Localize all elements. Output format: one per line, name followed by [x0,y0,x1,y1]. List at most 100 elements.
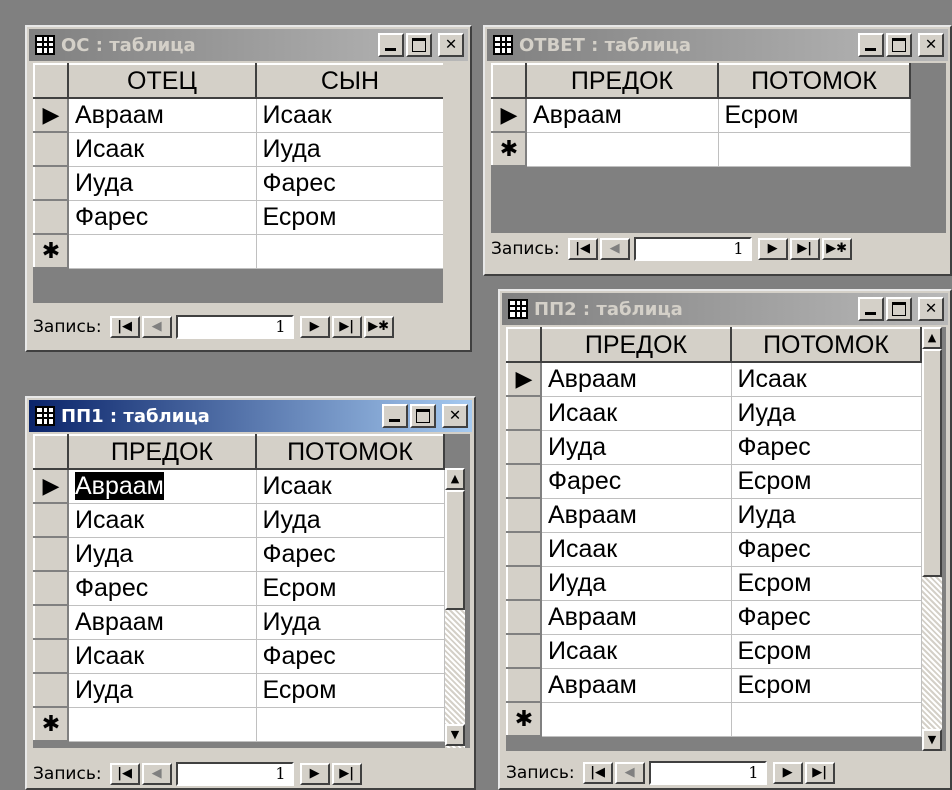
cell[interactable] [67,233,257,269]
column-header-potomok[interactable]: ПОТОМОК [730,327,922,363]
table-row[interactable]: Авраам Иуда [506,497,922,533]
cell[interactable]: Авраам [67,604,257,640]
oc-title-bar[interactable]: ОС : таблица ✕ [29,29,468,61]
row-selector[interactable] [506,429,542,465]
table-row[interactable]: ▶ Авраам Есром [491,97,911,133]
pp1-datasheet[interactable]: ПРЕДОК ПОТОМОК ▶ Авраам Исаак Исаак Иуда… [33,434,470,748]
new-record-indicator[interactable]: ✱ [33,233,69,269]
table-row[interactable]: Исаак Иуда [33,131,443,167]
cell[interactable]: Иуда [730,395,922,431]
cell[interactable]: Иуда [255,604,445,640]
current-record-indicator[interactable]: ▶ [506,361,542,397]
maximize-button[interactable] [886,297,912,321]
new-record-indicator[interactable]: ✱ [506,701,542,737]
next-record-button[interactable]: ▶ [299,316,330,338]
table-row[interactable]: Иуда Есром [506,565,922,601]
new-record-indicator[interactable]: ✱ [33,706,69,742]
row-selector[interactable] [33,570,69,606]
table-row[interactable]: Иуда Есром [33,672,445,708]
cell[interactable] [255,233,443,269]
column-header-potomok[interactable]: ПОТОМОК [717,63,911,99]
table-row[interactable]: Исаак Иуда [33,502,445,538]
previous-record-button[interactable]: ◀ [614,762,645,784]
previous-record-button[interactable]: ◀ [141,316,172,338]
new-record-indicator[interactable]: ✱ [491,131,527,167]
table-row[interactable]: Иуда Фарес [506,429,922,465]
next-record-button[interactable]: ▶ [757,238,788,260]
pp2-table-window[interactable]: ПП2 : таблица ✕ ПРЕДОК ПОТОМОК ▶ Авраам … [498,289,952,790]
cell[interactable]: Исаак [730,361,922,397]
cell[interactable]: Фарес [730,599,922,635]
selected-cell-text[interactable]: Авраам [75,471,164,500]
cell[interactable]: Исаак [67,638,257,674]
cell[interactable]: Есром [255,570,445,606]
row-selector[interactable] [33,131,69,167]
new-record-row[interactable]: ✱ [33,233,443,269]
row-selector[interactable] [506,633,542,669]
cell[interactable]: Есром [255,199,443,235]
table-row[interactable]: Авраам Иуда [33,604,445,640]
column-header-syn[interactable]: СЫН [255,63,443,99]
scroll-up-button[interactable]: ▲ [922,327,942,349]
scroll-thumb[interactable] [445,490,465,610]
otvet-title-bar[interactable]: ОТВЕТ : таблица ✕ [487,29,948,61]
table-row[interactable]: ▶ Авраам Исаак [506,361,922,397]
cell[interactable]: Иуда [540,565,732,601]
row-selector[interactable] [506,565,542,601]
cell[interactable]: Фарес [67,199,257,235]
record-number-input[interactable]: 1 [633,237,752,261]
cell[interactable]: Есром [255,672,445,708]
first-record-button[interactable]: |◀ [109,763,140,785]
close-button[interactable]: ✕ [442,404,468,428]
close-button[interactable]: ✕ [918,297,944,321]
pp1-vertical-scrollbar[interactable]: ▲ ▼ [445,468,465,748]
column-header-predok[interactable]: ПРЕДОК [67,434,257,470]
otvet-datasheet[interactable]: ПРЕДОК ПОТОМОК ▶ Авраам Есром ✱ [491,63,946,233]
new-record-button[interactable]: ▶✱ [363,316,394,338]
cell[interactable]: Исаак [67,131,257,167]
cell[interactable]: Есром [730,633,922,669]
scroll-down-button[interactable]: ▼ [922,729,942,751]
row-selector[interactable] [33,536,69,572]
pp2-vertical-scrollbar[interactable]: ▲ ▼ [922,327,942,751]
table-row[interactable]: Фарес Есром [506,463,922,499]
row-selector[interactable] [33,604,69,640]
minimize-button[interactable] [858,297,884,321]
next-record-button[interactable]: ▶ [772,762,803,784]
pp2-title-bar[interactable]: ПП2 : таблица ✕ [502,293,948,325]
table-row[interactable]: ▶ Авраам Исаак [33,468,445,504]
row-selector[interactable] [33,165,69,201]
last-record-button[interactable]: ▶| [789,238,820,260]
cell[interactable] [525,131,719,167]
scroll-up-button[interactable]: ▲ [445,468,465,490]
maximize-button[interactable] [406,33,432,57]
row-selector-header[interactable] [33,63,69,99]
table-row[interactable]: Авраам Есром [506,667,922,703]
minimize-button[interactable] [858,33,884,57]
first-record-button[interactable]: |◀ [567,238,598,260]
cell[interactable]: Авраам [540,667,732,703]
oc-datasheet[interactable]: ОТЕЦ СЫН ▶ Авраам Исаак Исаак Иуда Иуда … [33,63,443,303]
row-selector-header[interactable] [33,434,69,470]
row-selector-header[interactable] [506,327,542,363]
cell[interactable]: Иуда [67,165,257,201]
row-selector[interactable] [33,638,69,674]
cell[interactable]: Иуда [730,497,922,533]
cell[interactable]: Иуда [255,131,443,167]
cell[interactable] [717,131,911,167]
close-button[interactable]: ✕ [918,33,944,57]
row-selector[interactable] [33,672,69,708]
table-row[interactable]: Иуда Фарес [33,165,443,201]
oc-table-window[interactable]: ОС : таблица ✕ ОТЕЦ СЫН ▶ Авраам Исаак И… [25,25,472,352]
row-selector[interactable] [506,599,542,635]
cell[interactable]: Авраам [540,497,732,533]
cell[interactable]: Есром [717,97,911,133]
cell[interactable]: Иуда [540,429,732,465]
cell[interactable] [540,701,732,737]
maximize-button[interactable] [886,33,912,57]
cell[interactable]: Фарес [255,165,443,201]
row-selector[interactable] [506,497,542,533]
minimize-button[interactable] [382,404,408,428]
table-row[interactable]: ▶ Авраам Исаак [33,97,443,133]
first-record-button[interactable]: |◀ [109,316,140,338]
